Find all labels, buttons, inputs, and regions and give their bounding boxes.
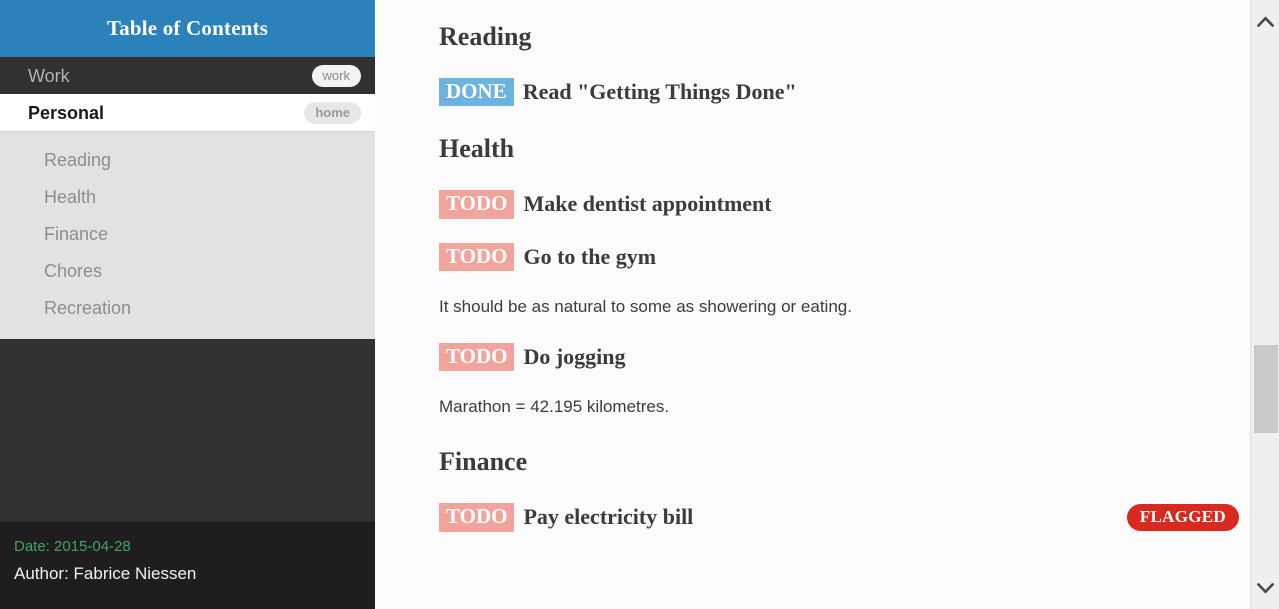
toc-header-title: Table of Contents [106,16,269,40]
paragraph-text: Marathon = 42.195 kilometres. [439,397,670,417]
sidebar-footer: Date: 2015-04-28 Author: Fabrice Niessen [0,522,375,609]
vertical-scrollbar[interactable] [1250,0,1279,609]
toc-header: Table of Contents [0,0,375,57]
scrollbar-track-above-thumb[interactable] [1251,36,1279,345]
sidebar-item-chores[interactable]: Chores [0,253,375,290]
task-item[interactable]: TODO Pay electricity bill FLAGGED [439,503,1239,532]
sidebar-item-personal[interactable]: Personal home [0,94,375,131]
sidebar-item-recreation[interactable]: Recreation [0,290,375,327]
keyword-badge-todo[interactable]: TODO [439,190,515,219]
sidebar-tag-work[interactable]: work [311,64,361,87]
section-heading-reading: Reading [439,22,532,51]
scrollbar-thumb[interactable] [1254,345,1278,433]
scrollbar-track-below-thumb[interactable] [1251,433,1279,573]
task-item[interactable]: TODO Do jogging [439,342,1239,372]
task-item[interactable]: TODO Make dentist appointment [439,190,1239,219]
task-title: Do jogging [523,344,626,369]
sidebar-item-health[interactable]: Health [0,179,375,216]
sidebar-item-chores-label: Chores [44,261,103,281]
toc-top-level-list: Work work Personal home [0,57,375,131]
document-author: Author: Fabrice Niessen [14,564,197,583]
task-title: Go to the gym [523,243,657,269]
task-title: Read "Getting Things Done" [522,78,797,104]
table-of-contents-sidebar: Table of Contents Work work Personal hom… [0,0,375,609]
sidebar-item-work[interactable]: Work work [0,57,375,94]
chevron-down-icon[interactable] [1251,573,1279,603]
sidebar-item-reading-label: Reading [44,150,112,170]
sidebar-item-recreation-label: Recreation [44,298,132,318]
keyword-badge-todo[interactable]: TODO [439,342,515,372]
task-title: Make dentist appointment [523,191,772,217]
keyword-badge-done[interactable]: DONE [439,77,514,107]
sidebar-item-personal-label: Personal [28,102,105,123]
task-item[interactable]: TODO Go to the gym [439,242,1239,272]
toc-sub-list: Reading Health Finance Chores Recreation [0,131,375,339]
task-title: Pay electricity bill [523,504,694,530]
document-date: Date: 2015-04-28 [14,538,131,555]
status-badge-flagged[interactable]: FLAGGED [1126,504,1239,531]
app-root: Table of Contents Work work Personal hom… [0,0,1279,609]
paragraph-text: It should be as natural to some as showe… [439,297,852,317]
sidebar-item-health-label: Health [44,187,97,207]
section-heading-health: Health [439,134,515,164]
section-heading-finance: Finance [439,447,528,477]
sidebar-empty-space [0,339,375,522]
sidebar-item-finance[interactable]: Finance [0,216,375,253]
chevron-up-icon[interactable] [1251,6,1279,36]
sidebar-tag-home[interactable]: home [304,101,361,124]
sidebar-item-work-label: Work [28,65,70,86]
keyword-badge-todo[interactable]: TODO [439,503,515,532]
task-item[interactable]: DONE Read "Getting Things Done" [439,77,1239,107]
document-content: Reading DONE Read "Getting Things Done" … [375,0,1279,609]
keyword-badge-todo[interactable]: TODO [439,242,515,272]
sidebar-item-reading[interactable]: Reading [0,142,375,179]
sidebar-item-finance-label: Finance [44,224,109,244]
